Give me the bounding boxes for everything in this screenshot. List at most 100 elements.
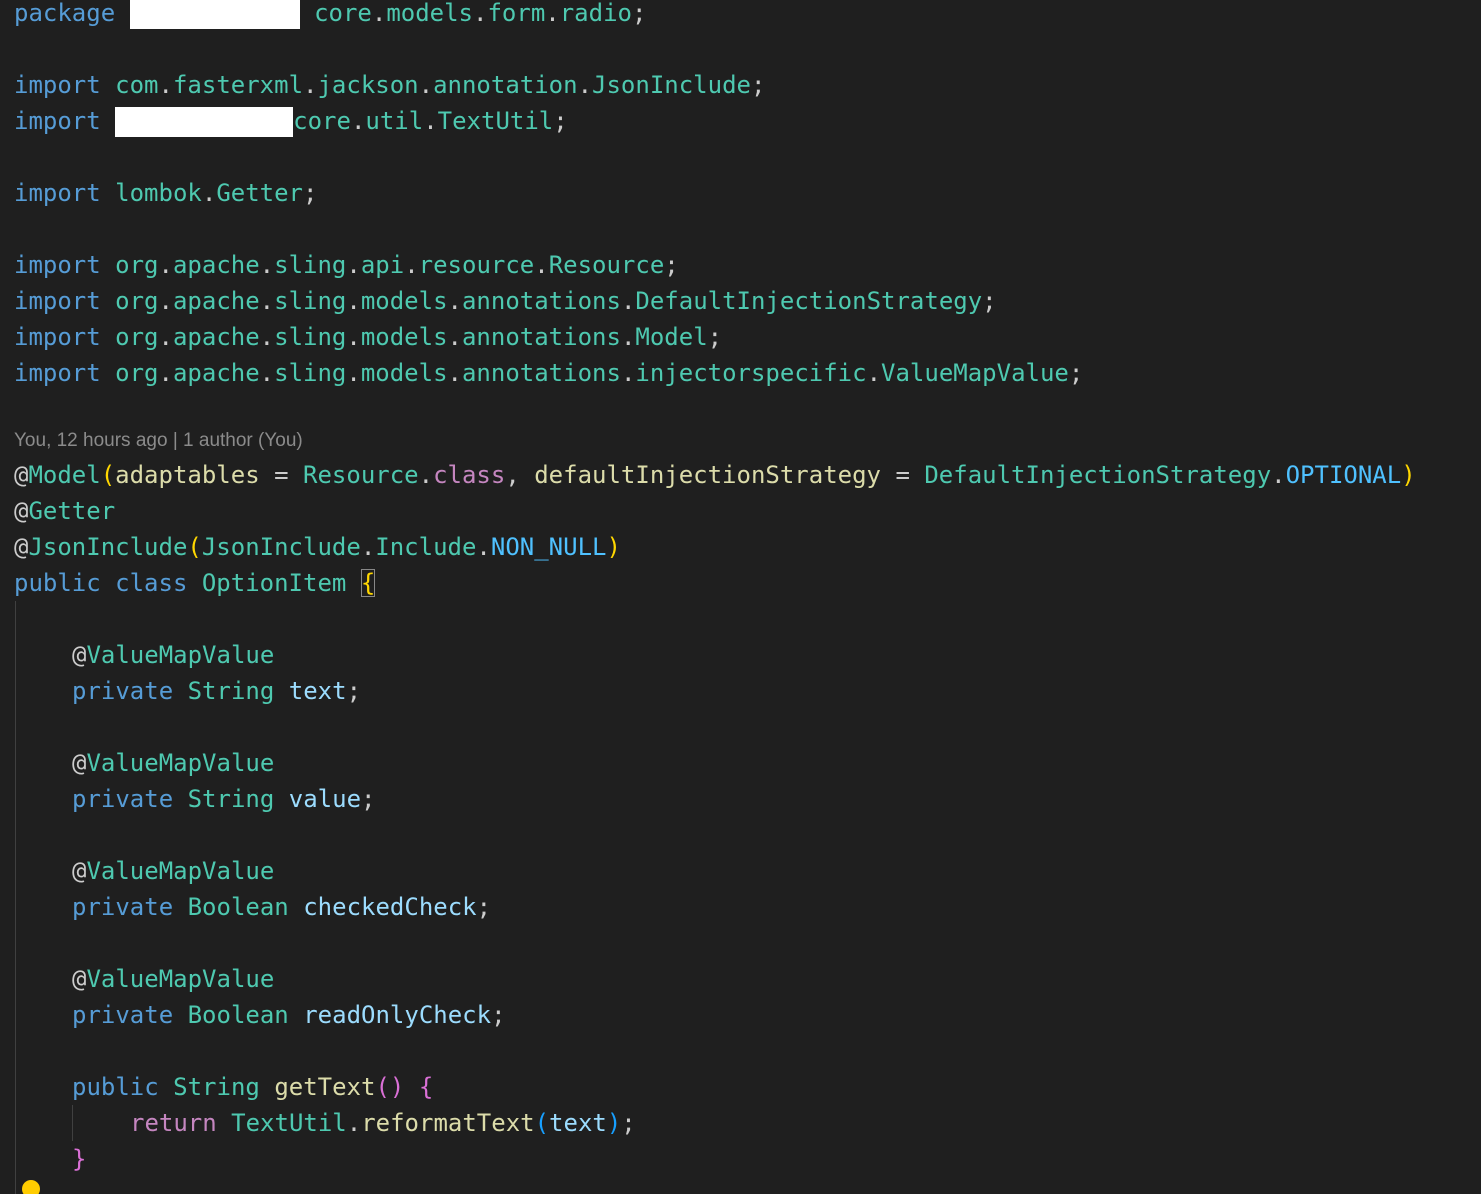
code-line-annotation: @ValueMapValue <box>72 641 275 669</box>
code-token: TextUtil <box>437 107 554 135</box>
code-token: com <box>115 71 159 99</box>
code-token: sling <box>274 359 347 387</box>
code-token: models <box>360 287 448 315</box>
code-token: Getter <box>216 179 304 207</box>
code-token: Model <box>28 461 101 489</box>
code-token: text <box>549 1109 607 1137</box>
code-token: defaultInjectionStrategy <box>534 461 881 489</box>
code-line-annotation: @ValueMapValue <box>72 749 275 777</box>
code-token: class <box>433 461 506 489</box>
code-token: String <box>187 785 275 813</box>
code-token: import <box>14 71 101 99</box>
code-token: injectorspecific <box>635 359 867 387</box>
indent-guide <box>15 601 16 1194</box>
code-token: annotations <box>461 359 621 387</box>
code-line-annotation: @ValueMapValue <box>72 857 275 885</box>
code-token: adaptables <box>115 461 260 489</box>
code-token: ValueMapValue <box>86 749 275 777</box>
code-line-field-readonlycheck: private Boolean readOnlyCheck; <box>72 1001 506 1029</box>
code-token: radio <box>559 0 632 27</box>
code-token: core <box>314 0 372 27</box>
code-token: core <box>293 107 351 135</box>
code-token: public <box>72 1073 159 1101</box>
code-token: ValueMapValue <box>881 359 1069 387</box>
code-token: Getter <box>28 497 116 525</box>
code-token: Boolean <box>187 893 289 921</box>
code-token: models <box>360 359 448 387</box>
code-token: checkedCheck <box>303 893 477 921</box>
code-line-import-jsoninclude: import com.fasterxml.jackson.annotation.… <box>14 71 766 99</box>
code-line-field-text: private String text; <box>72 677 362 705</box>
code-token: ValueMapValue <box>86 965 275 993</box>
code-line-model-annotation: @Model(adaptables = Resource.class, defa… <box>14 461 1416 489</box>
code-token: annotation <box>433 71 578 99</box>
code-line-getter-annotation: @Getter <box>14 497 116 525</box>
code-token: OptionItem <box>201 569 347 597</box>
code-token: private <box>72 785 174 813</box>
code-token: ValueMapValue <box>86 857 275 885</box>
code-line-import-valuemapvalue: import org.apache.sling.models.annotatio… <box>14 359 1084 387</box>
code-token: org <box>115 251 159 279</box>
code-token: annotations <box>461 323 621 351</box>
code-token: private <box>72 893 174 921</box>
code-line-field-value: private String value; <box>72 785 376 813</box>
matched-bracket: { <box>360 569 376 597</box>
code-token: models <box>386 0 474 27</box>
code-token: util <box>365 107 424 135</box>
code-token: return <box>130 1109 217 1137</box>
lightbulb-icon[interactable] <box>22 1180 40 1194</box>
code-token: text <box>288 677 347 705</box>
code-line-class-declaration: public class OptionItem { <box>14 565 376 601</box>
code-token: form <box>487 0 546 27</box>
code-line-method-close: } <box>72 1145 87 1173</box>
code-token: apache <box>172 251 260 279</box>
code-token: DefaultInjectionStrategy <box>635 287 983 315</box>
code-token: annotations <box>461 287 621 315</box>
code-token: Boolean <box>187 1001 289 1029</box>
code-token: import <box>14 359 101 387</box>
code-token: public <box>14 569 101 597</box>
code-editor[interactable]: package core.models.form.radio; import c… <box>0 0 1481 1194</box>
code-token: sling <box>274 323 347 351</box>
code-token: org <box>115 323 159 351</box>
code-line-import-resource: import org.apache.sling.api.resource.Res… <box>14 251 679 279</box>
code-token: apache <box>172 323 260 351</box>
code-token: org <box>115 359 159 387</box>
code-token: resource <box>418 251 535 279</box>
code-token: import <box>14 179 101 207</box>
code-token: lombok <box>115 179 202 207</box>
code-token: readOnlyCheck <box>303 1001 492 1029</box>
code-token: apache <box>172 359 260 387</box>
code-token: getText <box>274 1073 376 1101</box>
code-token: sling <box>274 287 347 315</box>
code-token: fasterxml <box>172 71 304 99</box>
code-token: models <box>360 323 448 351</box>
code-token: JsonInclude <box>28 533 188 561</box>
code-token: TextUtil <box>231 1109 347 1137</box>
code-token: private <box>72 677 174 705</box>
indent-guide <box>72 1105 73 1141</box>
code-token: org <box>115 287 159 315</box>
code-token: String <box>173 1073 260 1101</box>
code-line-import-lombok: import lombok.Getter; <box>14 179 318 207</box>
code-token: package <box>14 0 116 27</box>
code-token: NON_NULL <box>490 533 607 561</box>
code-token: api <box>360 251 405 279</box>
code-token: Resource <box>548 251 665 279</box>
code-line-import-defaultinjectionstrategy: import org.apache.sling.models.annotatio… <box>14 287 997 315</box>
code-token: private <box>72 1001 174 1029</box>
code-token: class <box>115 569 188 597</box>
code-line-method-gettext: public String getText() { <box>72 1073 434 1101</box>
redacted-block <box>129 0 300 29</box>
code-line-return: return TextUtil.reformatText(text); <box>130 1109 636 1137</box>
git-blame-codelens[interactable]: You, 12 hours ago | 1 author (You) <box>14 427 303 455</box>
code-token: Model <box>635 323 708 351</box>
code-token: sling <box>274 251 347 279</box>
code-token: ValueMapValue <box>86 641 275 669</box>
code-token: value <box>288 785 362 813</box>
code-token: import <box>14 323 101 351</box>
code-line-field-checkedcheck: private Boolean checkedCheck; <box>72 893 492 921</box>
code-line-annotation: @ValueMapValue <box>72 965 275 993</box>
code-token: Include <box>375 533 477 561</box>
code-line-import-model: import org.apache.sling.models.annotatio… <box>14 323 723 351</box>
